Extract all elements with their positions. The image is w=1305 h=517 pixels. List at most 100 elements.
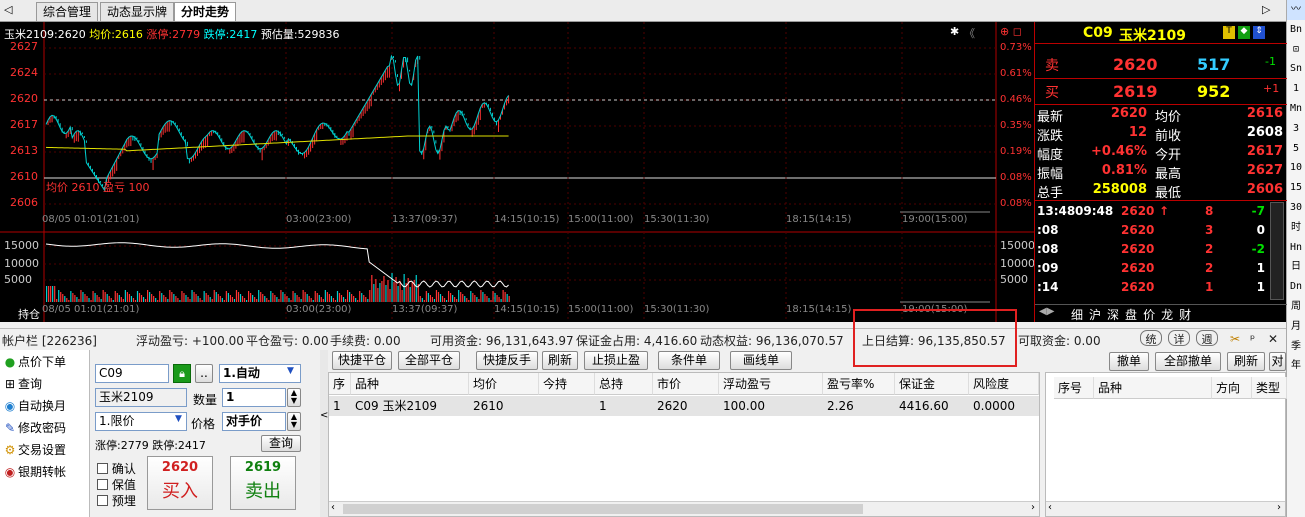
- table-cell[interactable]: 100.00: [719, 396, 823, 416]
- quote-tab[interactable]: 细: [1071, 308, 1083, 322]
- period-dn[interactable]: Dn: [1287, 277, 1305, 297]
- column-header[interactable]: 方向: [1212, 377, 1252, 399]
- period-30[interactable]: 30: [1287, 198, 1305, 218]
- close-all-button[interactable]: 全部平仓: [398, 351, 460, 370]
- table-cell[interactable]: 2.26: [823, 396, 895, 416]
- tab-timeshare[interactable]: 分时走势: [174, 2, 237, 21]
- week-button[interactable]: 週: [1196, 330, 1218, 346]
- cancel-all-button[interactable]: 全部撤单: [1155, 352, 1221, 371]
- scroll-right-icon[interactable]: ▷: [1262, 3, 1270, 16]
- tools-icon[interactable]: ✂: [1230, 332, 1240, 346]
- cancel-order-button[interactable]: 撤单: [1109, 352, 1149, 371]
- period-year[interactable]: 年: [1287, 356, 1305, 376]
- period-chart-icon[interactable]: ⊡: [1287, 40, 1305, 60]
- chart-collapse-icon[interactable]: 《: [964, 25, 975, 41]
- chart-canvas[interactable]: [0, 22, 1034, 322]
- refresh-button[interactable]: 刷新: [542, 351, 578, 370]
- horizontal-scrollbar[interactable]: ‹ ›: [329, 501, 1039, 516]
- column-header[interactable]: 品种: [1094, 377, 1212, 399]
- tab-dynamic-board[interactable]: 动态显示牌: [100, 2, 175, 21]
- intraday-chart[interactable]: 玉米2109:2620 均价:2616 涨停:2779 跌停:2417 预估量:…: [0, 22, 1035, 322]
- column-header[interactable]: 品种: [351, 373, 469, 395]
- period-10[interactable]: 10: [1287, 158, 1305, 178]
- tick-chart-icon[interactable]: 〰: [1287, 0, 1305, 20]
- stats-button[interactable]: 统: [1140, 330, 1162, 346]
- nav-query[interactable]: ⊞ 查询: [4, 374, 42, 395]
- column-header[interactable]: 盈亏率%: [823, 373, 895, 395]
- orders-more-button[interactable]: 对: [1269, 352, 1286, 371]
- switch-icon[interactable]: ⇕: [1253, 26, 1265, 39]
- column-header[interactable]: 浮动盈亏: [719, 373, 823, 395]
- quick-close-button[interactable]: 快捷平仓: [332, 351, 392, 370]
- quote-tab[interactable]: 深: [1107, 308, 1119, 322]
- tick-scrollbar[interactable]: [1270, 202, 1284, 300]
- tab-management[interactable]: 综合管理: [36, 2, 99, 21]
- table-cell[interactable]: 0.0000: [969, 396, 1039, 416]
- more-button[interactable]: ..: [195, 364, 213, 383]
- chevron-down-icon[interactable]: ▼: [287, 366, 294, 376]
- chart-minimize-icon[interactable]: ⊕ ◻: [1000, 25, 1022, 38]
- table-cell[interactable]: 2620: [653, 396, 719, 416]
- scroll-left-icon[interactable]: ◁: [4, 3, 12, 16]
- quick-reverse-button[interactable]: 快捷反手: [476, 351, 538, 370]
- close-icon[interactable]: ✕: [1268, 332, 1278, 346]
- quantity-stepper[interactable]: ▲ ▼: [287, 388, 301, 407]
- table-cell[interactable]: [539, 396, 595, 416]
- column-header[interactable]: 今持: [539, 373, 595, 395]
- table-cell[interactable]: 4416.60: [895, 396, 969, 416]
- price-stepper[interactable]: ▲ ▼: [287, 412, 301, 431]
- conditional-order-button[interactable]: 条件单: [658, 351, 720, 370]
- orders-hscrollbar[interactable]: ‹ ›: [1046, 501, 1285, 516]
- green-icon[interactable]: ◆: [1238, 26, 1250, 39]
- nav-auto-roll[interactable]: ◉ 自动换月: [4, 396, 66, 417]
- column-header[interactable]: 类型: [1252, 377, 1287, 399]
- quote-tab[interactable]: 财: [1179, 308, 1191, 322]
- tab-scroll-icon[interactable]: ◀▶: [1039, 306, 1054, 317]
- chevron-down-icon[interactable]: ▼: [175, 414, 182, 424]
- drawline-order-button[interactable]: 画线单: [730, 351, 792, 370]
- orders-refresh-button[interactable]: 刷新: [1227, 352, 1265, 371]
- period-hour[interactable]: 时: [1287, 218, 1305, 238]
- period-month[interactable]: 月: [1287, 317, 1305, 337]
- detail-button[interactable]: 详: [1168, 330, 1190, 346]
- quantity-input[interactable]: 1: [222, 388, 286, 407]
- lock-icon[interactable]: 🔒︎: [173, 364, 191, 383]
- period-week[interactable]: 周: [1287, 297, 1305, 317]
- quote-tab[interactable]: 盘: [1125, 308, 1137, 322]
- period-mn[interactable]: Mn: [1287, 99, 1305, 119]
- stop-loss-button[interactable]: 止损止盈: [584, 351, 648, 370]
- period-season[interactable]: 季: [1287, 337, 1305, 357]
- column-header[interactable]: 市价: [653, 373, 719, 395]
- panel-splitter[interactable]: <: [320, 350, 328, 517]
- hedge-checkbox[interactable]: 保值: [97, 476, 136, 493]
- table-cell[interactable]: 1: [595, 396, 653, 416]
- period-sn[interactable]: Sn: [1287, 59, 1305, 79]
- table-cell[interactable]: 1: [329, 396, 351, 416]
- buy-button[interactable]: 2620 买入: [147, 456, 213, 510]
- t-icon[interactable]: T: [1223, 26, 1235, 39]
- preorder-checkbox[interactable]: 预埋: [97, 492, 136, 509]
- sell-button[interactable]: 2619 卖出: [230, 456, 296, 510]
- table-cell[interactable]: 2610: [469, 396, 539, 416]
- column-header[interactable]: 保证金: [895, 373, 969, 395]
- period-5[interactable]: 5: [1287, 139, 1305, 159]
- column-header[interactable]: 序: [329, 373, 351, 395]
- bid-row[interactable]: 买 2619 952 +1: [1035, 78, 1287, 101]
- period-3[interactable]: 3: [1287, 119, 1305, 139]
- period-day[interactable]: 日: [1287, 257, 1305, 277]
- query-button[interactable]: 查询: [261, 435, 301, 452]
- nav-trade-settings[interactable]: ⚙ 交易设置: [4, 440, 66, 461]
- column-header[interactable]: 总持: [595, 373, 653, 395]
- chart-settings-icon[interactable]: ✱: [950, 25, 959, 38]
- pin-icon[interactable]: ᵖ: [1250, 332, 1255, 346]
- period-1[interactable]: 1: [1287, 79, 1305, 99]
- period-bn[interactable]: Bn: [1287, 20, 1305, 40]
- period-hn[interactable]: Hn: [1287, 238, 1305, 258]
- ask-row[interactable]: 卖 2620 517 -1: [1035, 52, 1287, 74]
- table-cell[interactable]: C09 玉米2109: [351, 396, 469, 416]
- price-type-select[interactable]: 1.限价: [95, 412, 187, 431]
- nav-change-password[interactable]: ✎ 修改密码: [4, 418, 66, 439]
- nav-bank-transfer[interactable]: ◉ 银期转帐: [4, 462, 66, 483]
- column-header[interactable]: 序号: [1054, 377, 1094, 399]
- column-header[interactable]: 均价: [469, 373, 539, 395]
